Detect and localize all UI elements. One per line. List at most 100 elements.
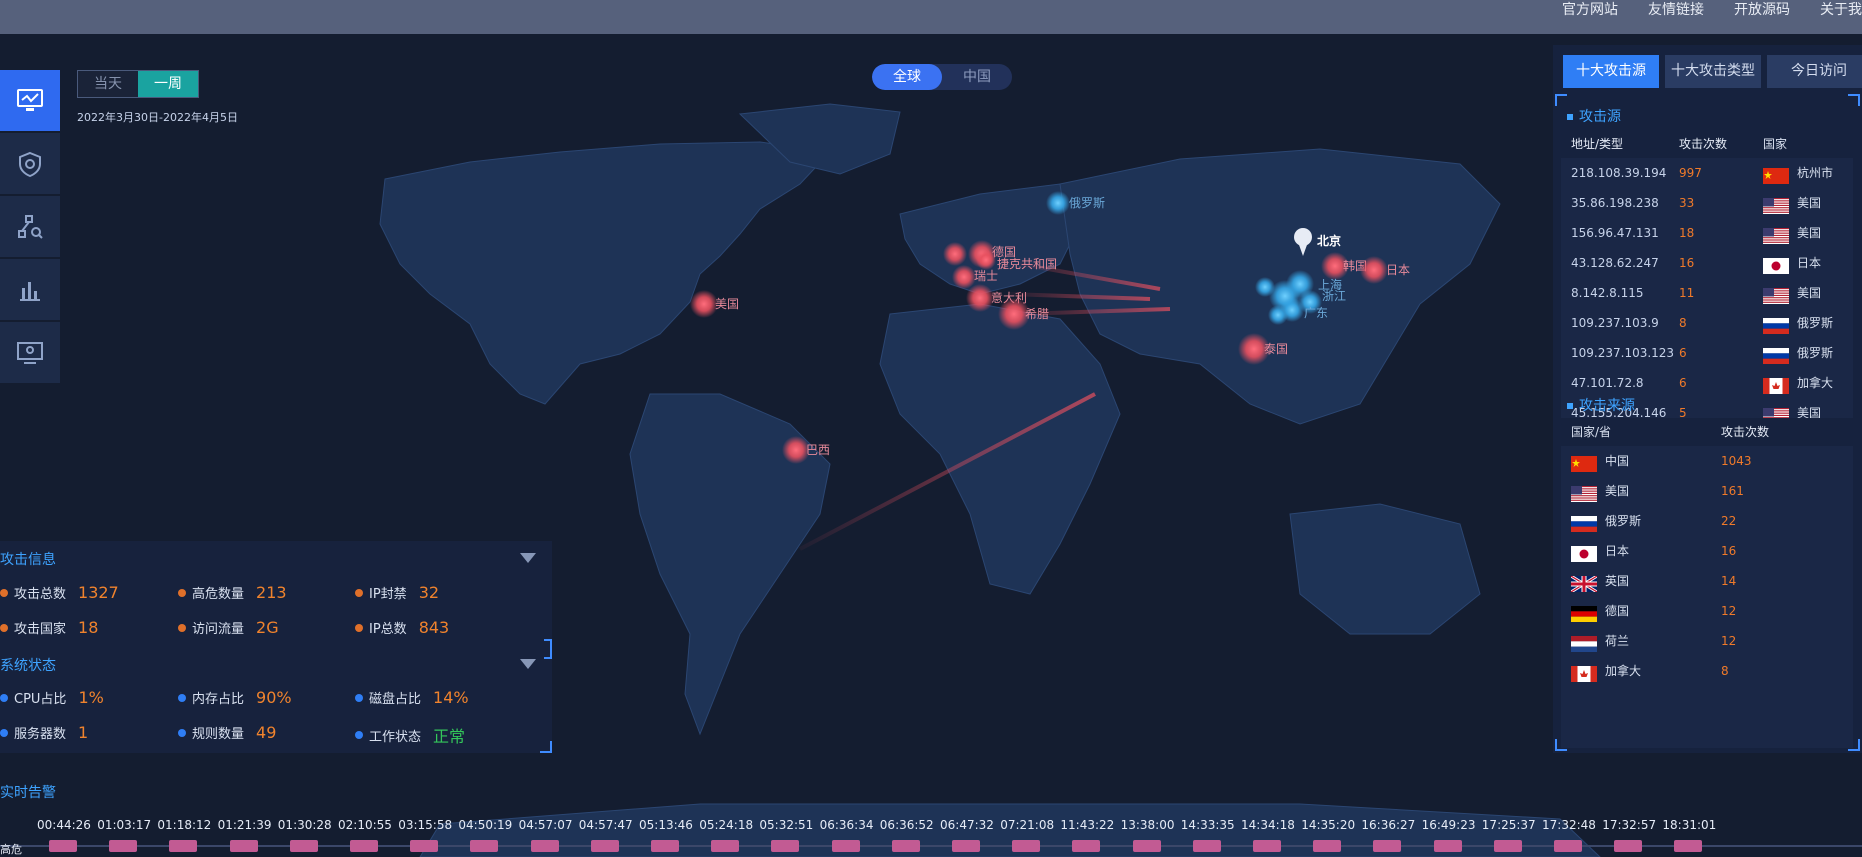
alert-marker[interactable] (1132, 840, 1161, 852)
link-open-source[interactable]: 开放源码 (1734, 0, 1790, 22)
panel-corner (1848, 739, 1860, 751)
row-country-name: 日本 (1605, 544, 1630, 558)
table-row[interactable]: 109.237.103.123 6 俄罗斯 (1561, 338, 1853, 368)
scope-china-button[interactable]: 中国 (942, 64, 1012, 90)
alert-marker[interactable] (831, 840, 860, 852)
stat-value: 90% (256, 688, 292, 707)
label-beijing: 北京 (1317, 233, 1341, 248)
alert-marker[interactable] (1072, 840, 1101, 852)
alert-marker[interactable] (350, 840, 378, 852)
link-about[interactable]: 关于我 (1820, 0, 1862, 22)
alert-marker[interactable] (1433, 840, 1462, 852)
link-official-site[interactable]: 官方网站 (1562, 0, 1618, 22)
table-row[interactable]: 德国 12 (1561, 596, 1853, 626)
table-row[interactable]: 加拿大 8 (1561, 656, 1853, 686)
bullet-dot-icon (178, 588, 186, 597)
range-week-button[interactable]: 一周 (138, 71, 198, 97)
alert-marker[interactable] (410, 840, 439, 852)
ru-flag-icon (1763, 345, 1789, 364)
alert-time: 01:30:28 (277, 818, 332, 832)
stat-label: IP总数 (369, 622, 407, 637)
alert-marker[interactable] (1674, 840, 1703, 852)
alert-marker[interactable] (1313, 840, 1342, 852)
stat-item: IP总数 843 (355, 618, 449, 637)
jp-flag-icon (1763, 255, 1789, 274)
table-row[interactable]: 218.108.39.194 997 杭州市 (1561, 158, 1853, 188)
stat-value: 14% (433, 688, 469, 707)
row-country-name: 荷兰 (1605, 634, 1630, 648)
table-row[interactable]: 英国 14 (1561, 566, 1853, 596)
table-row[interactable]: 35.86.198.238 33 美国 (1561, 188, 1853, 218)
alert-marker[interactable] (1614, 840, 1643, 852)
row-country: 俄罗斯 (1763, 338, 1853, 368)
stat-item: 高危数量 213 (178, 583, 287, 602)
alert-time: 17:32:48 (1542, 818, 1596, 832)
alert-time: 06:36:52 (879, 818, 934, 832)
alert-marker[interactable] (169, 840, 198, 852)
tab-top-types[interactable]: 十大攻击类型 (1665, 55, 1761, 88)
table-row[interactable]: 荷兰 12 (1561, 626, 1853, 656)
row-country-name: 美国 (1605, 484, 1630, 498)
alert-marker[interactable] (289, 840, 318, 852)
timeline-axis (0, 845, 1862, 847)
stat-item: 磁盘占比 14% (355, 688, 469, 707)
nav-chart[interactable] (0, 259, 60, 320)
row-count: 22 (1721, 514, 1737, 528)
tab-top-sources[interactable]: 十大攻击源 (1563, 55, 1659, 88)
stat-item: 攻击总数 1327 (0, 583, 119, 602)
stat-label: 服务器数 (14, 727, 67, 742)
alert-marker[interactable] (590, 840, 619, 852)
alert-marker[interactable] (109, 840, 138, 852)
alert-marker[interactable] (771, 840, 800, 852)
table-row[interactable]: 156.96.47.131 18 美国 (1561, 218, 1853, 248)
alert-marker[interactable] (470, 840, 499, 852)
alert-marker[interactable] (1554, 840, 1582, 852)
table-row[interactable]: 47.101.72.8 6 加拿大 (1561, 368, 1853, 398)
alert-time: 00:44:26 (37, 818, 91, 832)
row-country: 俄罗斯 (1561, 506, 1721, 536)
nav-monitor[interactable] (0, 70, 60, 131)
header-address: 地址/类型 (1571, 137, 1624, 151)
alert-marker[interactable] (530, 840, 559, 852)
alert-marker[interactable] (1493, 840, 1522, 852)
table-row[interactable]: 日本 16 (1561, 536, 1853, 566)
nav-network[interactable] (0, 196, 60, 257)
table-row[interactable]: 美国 161 (1561, 476, 1853, 506)
stat-value: 2G (256, 618, 279, 637)
alert-marker[interactable] (49, 840, 77, 852)
stat-label: 攻击国家 (14, 622, 67, 637)
nav-shield[interactable] (0, 133, 60, 194)
row-country: 中国 (1561, 446, 1721, 476)
alert-marker[interactable] (229, 840, 258, 852)
row-count: 16 (1721, 544, 1737, 558)
alert-time: 18:31:01 (1662, 818, 1717, 832)
bullet-dot-icon (0, 623, 8, 632)
row-ip: 8.142.8.115 (1571, 286, 1644, 300)
alert-marker[interactable] (1373, 840, 1402, 852)
alert-marker[interactable] (711, 840, 740, 852)
link-friend-links[interactable]: 友情链接 (1648, 0, 1704, 22)
row-count: 997 (1679, 166, 1702, 180)
nav-screen-user[interactable] (0, 322, 60, 383)
table-row[interactable]: 43.128.62.247 16 日本 (1561, 248, 1853, 278)
alert-marker[interactable] (1192, 840, 1221, 852)
label-switzerland: 瑞士 (974, 269, 998, 283)
header-country: 国家 (1763, 137, 1788, 151)
alert-marker[interactable] (891, 840, 920, 852)
collapse-arrow-icon[interactable] (520, 553, 536, 563)
stat-value: 1% (78, 688, 104, 707)
table-row[interactable]: 109.237.103.9 8 俄罗斯 (1561, 308, 1853, 338)
table-row[interactable]: 俄罗斯 22 (1561, 506, 1853, 536)
bullet-dot-icon (178, 623, 186, 632)
alert-marker[interactable] (651, 840, 679, 852)
tab-today-visits[interactable]: 今日访问 (1767, 55, 1862, 88)
scope-global-button[interactable]: 全球 (872, 64, 942, 90)
alert-marker[interactable] (1012, 840, 1041, 852)
range-day-button[interactable]: 当天 (78, 71, 138, 97)
section-title-attack-origin: 攻击来源 (1567, 395, 1635, 415)
table-row[interactable]: 8.142.8.115 11 美国 (1561, 278, 1853, 308)
alert-marker[interactable] (1253, 840, 1281, 852)
table-row[interactable]: 中国 1043 (1561, 446, 1853, 476)
alert-marker[interactable] (952, 840, 980, 852)
collapse-arrow-icon[interactable] (520, 659, 536, 669)
